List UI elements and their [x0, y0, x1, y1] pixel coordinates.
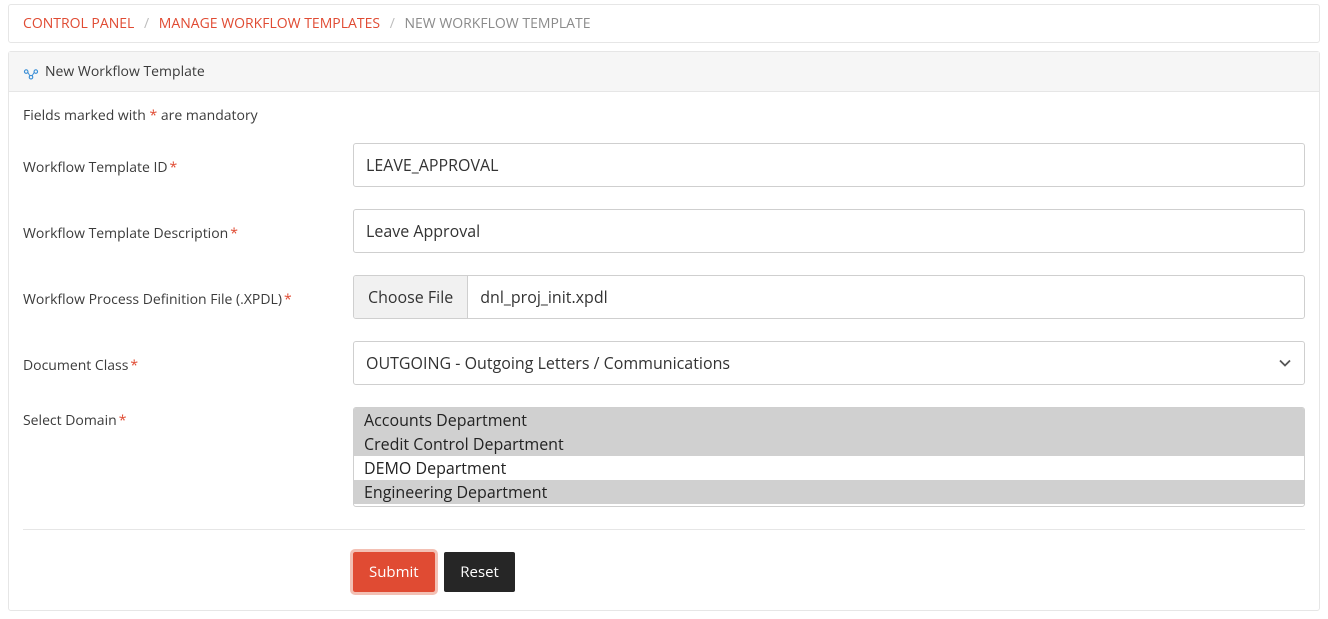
file-name-text: dnl_proj_init.xpdl — [468, 276, 619, 318]
label-template-id: Workflow Template ID* — [23, 154, 353, 177]
select-doc-class[interactable]: OUTGOING - Outgoing Letters / Communicat… — [353, 341, 1305, 385]
submit-button[interactable]: Submit — [353, 552, 435, 592]
panel-title: New Workflow Template — [45, 62, 205, 81]
listbox-option[interactable]: Engineering Department — [354, 480, 1304, 504]
label-doc-class: Document Class* — [23, 352, 353, 375]
form-panel: New Workflow Template Fields marked with… — [8, 51, 1320, 611]
row-xpdl: Workflow Process Definition File (.XPDL)… — [23, 275, 1305, 319]
input-template-id[interactable] — [353, 143, 1305, 187]
choose-file-button[interactable]: Choose File — [354, 276, 468, 318]
breadcrumb-separator: / — [144, 14, 149, 33]
row-domain: Select Domain* Accounts DepartmentCredit… — [23, 407, 1305, 507]
mandatory-note: Fields marked with * are mandatory — [23, 106, 1305, 125]
row-template-id: Workflow Template ID* — [23, 143, 1305, 187]
breadcrumb: CONTROL PANEL / MANAGE WORKFLOW TEMPLATE… — [8, 4, 1320, 43]
listbox-option[interactable]: Accounts Department — [354, 408, 1304, 432]
listbox-option[interactable]: DEMO Department — [354, 456, 1304, 480]
row-template-desc: Workflow Template Description* — [23, 209, 1305, 253]
breadcrumb-link-manage-templates[interactable]: MANAGE WORKFLOW TEMPLATES — [159, 14, 380, 33]
workflow-icon — [23, 66, 39, 78]
form-actions: Submit Reset — [23, 529, 1305, 592]
listbox-option[interactable]: Credit Control Department — [354, 432, 1304, 456]
breadcrumb-separator: / — [390, 14, 395, 33]
listbox-domain[interactable]: Accounts DepartmentCredit Control Depart… — [353, 407, 1305, 507]
label-domain: Select Domain* — [23, 407, 353, 430]
row-doc-class: Document Class* OUTGOING - Outgoing Lett… — [23, 341, 1305, 385]
label-xpdl: Workflow Process Definition File (.XPDL)… — [23, 286, 353, 309]
file-input-xpdl[interactable]: Choose File dnl_proj_init.xpdl — [353, 275, 1305, 319]
label-template-desc: Workflow Template Description* — [23, 220, 353, 243]
breadcrumb-current: NEW WORKFLOW TEMPLATE — [404, 14, 590, 33]
input-template-desc[interactable] — [353, 209, 1305, 253]
breadcrumb-link-control-panel[interactable]: CONTROL PANEL — [23, 14, 134, 33]
reset-button[interactable]: Reset — [444, 552, 515, 592]
panel-header: New Workflow Template — [9, 52, 1319, 92]
